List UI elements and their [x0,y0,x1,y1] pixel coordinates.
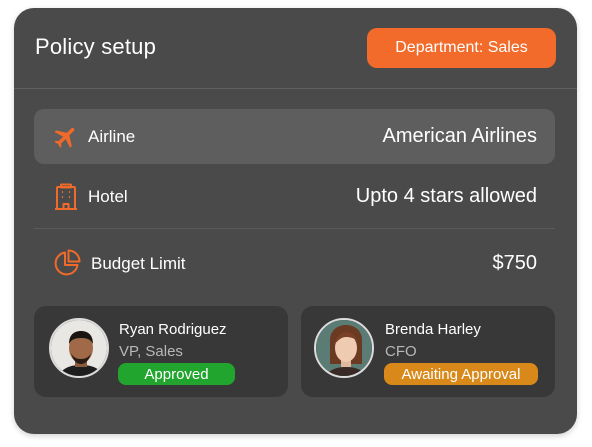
department-button[interactable]: Department: Sales [367,28,556,68]
approver-card-brenda[interactable]: Brenda Harley CFO Awaiting Approval [301,306,555,397]
pie-chart-icon [52,248,81,276]
airplane-icon [52,123,80,151]
card-header: Policy setup Department: Sales [14,8,577,88]
status-badge-approved: Approved [118,363,235,385]
approver-name: Brenda Harley [385,321,481,338]
policy-row-budget[interactable]: Budget Limit $750 [34,236,555,291]
row-divider [34,228,555,229]
avatar [314,318,374,378]
approver-role: VP, Sales [119,343,183,360]
policy-row-airline[interactable]: Airline American Airlines [34,109,555,164]
avatar [49,318,109,378]
policy-value-budget: $750 [492,252,538,274]
hotel-icon [52,183,80,211]
policy-setup-card: Policy setup Department: Sales Airline A… [14,8,577,434]
policy-label-airline: Airline [88,127,136,146]
approver-role: CFO [385,343,417,360]
status-badge-awaiting: Awaiting Approval [384,363,538,385]
page-title: Policy setup [35,34,157,59]
policy-label-hotel: Hotel [88,187,128,206]
policy-value-airline: American Airlines [382,125,537,147]
policy-value-hotel: Upto 4 stars allowed [355,185,537,207]
header-divider [14,88,577,89]
approver-name: Ryan Rodriguez [119,321,227,338]
policy-label-budget: Budget Limit [91,254,186,273]
policy-row-hotel[interactable]: Hotel Upto 4 stars allowed [34,169,555,224]
approver-card-ryan[interactable]: Ryan Rodriguez VP, Sales Approved [34,306,288,397]
